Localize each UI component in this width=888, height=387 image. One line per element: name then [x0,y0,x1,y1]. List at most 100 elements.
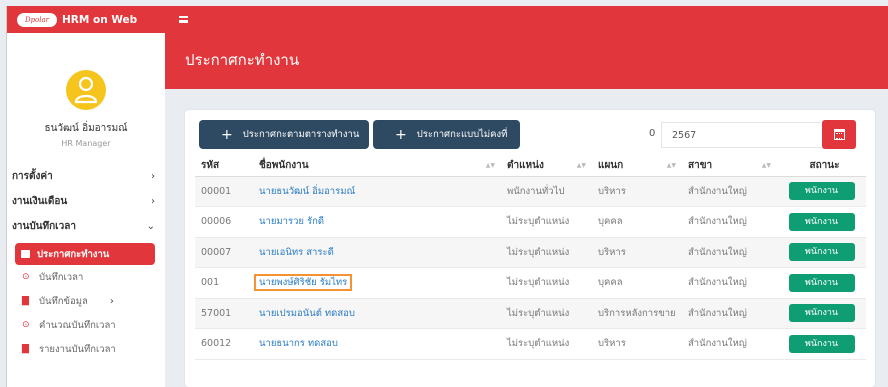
cell-status: พนักงาน [777,267,866,299]
cell-branch: สำนักงานใหญ่ [682,267,777,299]
cell-department: บริหาร [592,328,682,360]
cell-name[interactable]: นายธนากร ทดสอบ [253,328,501,360]
table-row[interactable]: 60012 นายธนากร ทดสอบ ไม่ระบุตำแหน่ง บริห… [195,328,866,360]
app-name: HRM on Web [62,13,138,26]
sort-icon: ▲▼ [485,162,495,169]
user-name: ธนวัฒน์ อิ่มอารมณ์ [44,123,128,134]
year-input[interactable] [661,122,821,148]
user-icon [74,76,98,104]
add-schedule-shift-button[interactable]: + ประกาศกะตามตารางทำงาน [199,120,369,149]
cell-name[interactable]: นายธนวัฒน์ อิ่มอารมณ์ [253,176,501,207]
column-header-status[interactable]: สถานะ [777,156,866,177]
brand-bar[interactable]: Dpolar HRM on Web [7,6,165,33]
cell-name[interactable]: นายเอนิทร สาระดี [253,237,501,268]
add-flexible-shift-button[interactable]: + ประกาศกะแบบไม่คงที่ [373,120,520,149]
cell-position: พนักงานทั่วไป [501,176,592,207]
cell-name[interactable]: นายเปรมอนันต์ ทดสอบ [253,298,501,329]
cell-position: ไม่ระบุตำแหน่ง [501,328,592,360]
status-badge: พนักงาน [788,182,855,201]
menu-time-attendance[interactable]: งานบันทึกเวลา ⌄ [7,214,165,239]
employee-table: รหัส ชื่อพนักงาน ▲▼ ตำแหน่ง ▲▼ แผนก ▲▼ สาขา… [195,156,866,360]
sort-icon: ▲▼ [761,162,771,169]
menu-settings[interactable]: การตั้งค่า › [7,164,165,189]
cell-department: บุคคล [592,267,682,299]
cell-branch: สำนักงานใหญ่ [682,298,777,329]
cell-position: ไม่ระบุตำแหน่ง [501,267,592,299]
column-header-department[interactable]: แผนก ▲▼ [592,156,682,177]
menu-toggle-icon[interactable] [179,16,188,23]
cell-name[interactable]: นายพงษ์ศิริชัย รัมไทร [253,267,501,299]
column-header-branch[interactable]: สาขา ▲▼ [682,156,777,177]
sidebar-item-shift-announcement[interactable]: ประกาศกะทำงาน [15,243,155,265]
cell-code: 57001 [195,298,253,329]
sidebar-item-time-report[interactable]: ▇ รายงานบันทึกเวลา [7,337,165,361]
status-badge: พนักงาน [788,304,855,323]
cell-position: ไม่ระบุตำแหน่ง [501,237,592,268]
cell-code: 00001 [195,176,253,207]
sidebar-item-data-record[interactable]: ▇ บันทึกข้อมูล › [7,289,165,313]
sidebar-item-label: คำนวณบันทึกเวลา [39,319,116,331]
cell-branch: สำนักงานใหญ่ [682,176,777,207]
cell-code: 001 [195,267,253,299]
status-badge: พนักงาน [788,334,855,353]
sidebar-item-label: รายงานบันทึกเวลา [39,343,116,355]
cell-department: บริการหลังการขาย [592,298,682,329]
column-header-position[interactable]: ตำแหน่ง ▲▼ [501,156,592,177]
button-label: ประกาศกะตามตารางทำงาน [242,129,360,140]
page-header: ประกาศกะทำงาน [165,33,888,89]
column-header-code[interactable]: รหัส [195,156,253,177]
table-row[interactable]: 57001 นายเปรมอนันต์ ทดสอบ ไม่ระบุตำแหน่ง… [195,298,866,329]
sidebar-item-label: บันทึกข้อมูล [39,295,88,307]
chevron-right-icon: › [151,196,155,207]
sort-icon: ▲▼ [576,162,586,169]
sidebar: Dpolar HRM on Web ธนวัฒน์ อิ่มอารมณ์ HR … [6,6,165,387]
cell-status: พนักงาน [777,328,866,360]
cell-code: 00006 [195,206,253,238]
table-row[interactable]: 00006 นายมารวย รักดี ไม่ระบุตำแหน่ง บุคค… [195,206,866,238]
sidebar-item-calculate-time[interactable]: ⊙ คำนวณบันทึกเวลา [7,313,165,337]
menu-payroll[interactable]: งานเงินเดือน › [7,189,165,214]
clock-icon: ⊙ [22,272,30,282]
sort-icon: ▲▼ [666,162,676,169]
clock-icon: ⊙ [22,320,30,330]
column-header-name[interactable]: ชื่อพนักงาน ▲▼ [253,156,501,177]
button-label: ประกาศกะแบบไม่คงที่ [416,129,508,140]
table-row[interactable]: 00001 นายธนวัฒน์ อิ่มอารมณ์ พนักงานทั่วไ… [195,176,866,207]
sidebar-item-time-record[interactable]: ⊙ บันทึกเวลา [7,265,165,289]
status-badge: พนักงาน [788,273,855,292]
cell-branch: สำนักงานใหญ่ [682,237,777,268]
calendar-button[interactable] [822,120,856,149]
calendar-icon [833,129,845,140]
cell-branch: สำนักงานใหญ่ [682,328,777,360]
table-header-row: รหัส ชื่อพนักงาน ▲▼ ตำแหน่ง ▲▼ แผนก ▲▼ สาขา… [195,156,866,177]
page-title: ประกาศกะทำงาน [185,51,300,69]
cell-branch: สำนักงานใหญ่ [682,206,777,238]
user-role: HR Manager [61,139,111,148]
cell-department: บริหาร [592,176,682,207]
table-row[interactable]: 001 นายพงษ์ศิริชัย รัมไทร ไม่ระบุตำแหน่ง… [195,267,866,299]
cell-department: บุคคล [592,206,682,238]
sidebar-menu: การตั้งค่า › งานเงินเดือน › งานบันทึกเวล… [7,164,165,361]
chevron-down-icon: ⌄ [146,221,155,232]
avatar[interactable] [66,70,106,110]
cell-position: ไม่ระบุตำแหน่ง [501,298,592,329]
highlighted-employee-name[interactable]: นายพงษ์ศิริชัย รัมไทร [254,274,353,292]
cell-status: พนักงาน [777,176,866,207]
cell-name[interactable]: นายมารวย รักดี [253,206,501,238]
cell-department: บริหาร [592,237,682,268]
chevron-right-icon: › [109,295,114,307]
file-icon: ▇ [22,344,29,354]
table-row[interactable]: 00007 นายเอนิทร สาระดี ไม่ระบุตำแหน่ง บร… [195,237,866,268]
cell-position: ไม่ระบุตำแหน่ง [501,206,592,238]
menu-label: งานบันทึกเวลา [12,221,76,232]
brand-logo: Dpolar [17,12,57,27]
table-icon [21,250,30,258]
sidebar-item-label: ประกาศกะทำงาน [37,248,110,260]
top-bar [165,6,888,33]
plus-icon: + [395,126,407,143]
menu-label: งานเงินเดือน [12,196,68,207]
status-badge: พนักงาน [788,243,855,262]
cell-status: พนักงาน [777,298,866,329]
count-label: 0 [649,128,656,139]
cell-status: พนักงาน [777,237,866,268]
